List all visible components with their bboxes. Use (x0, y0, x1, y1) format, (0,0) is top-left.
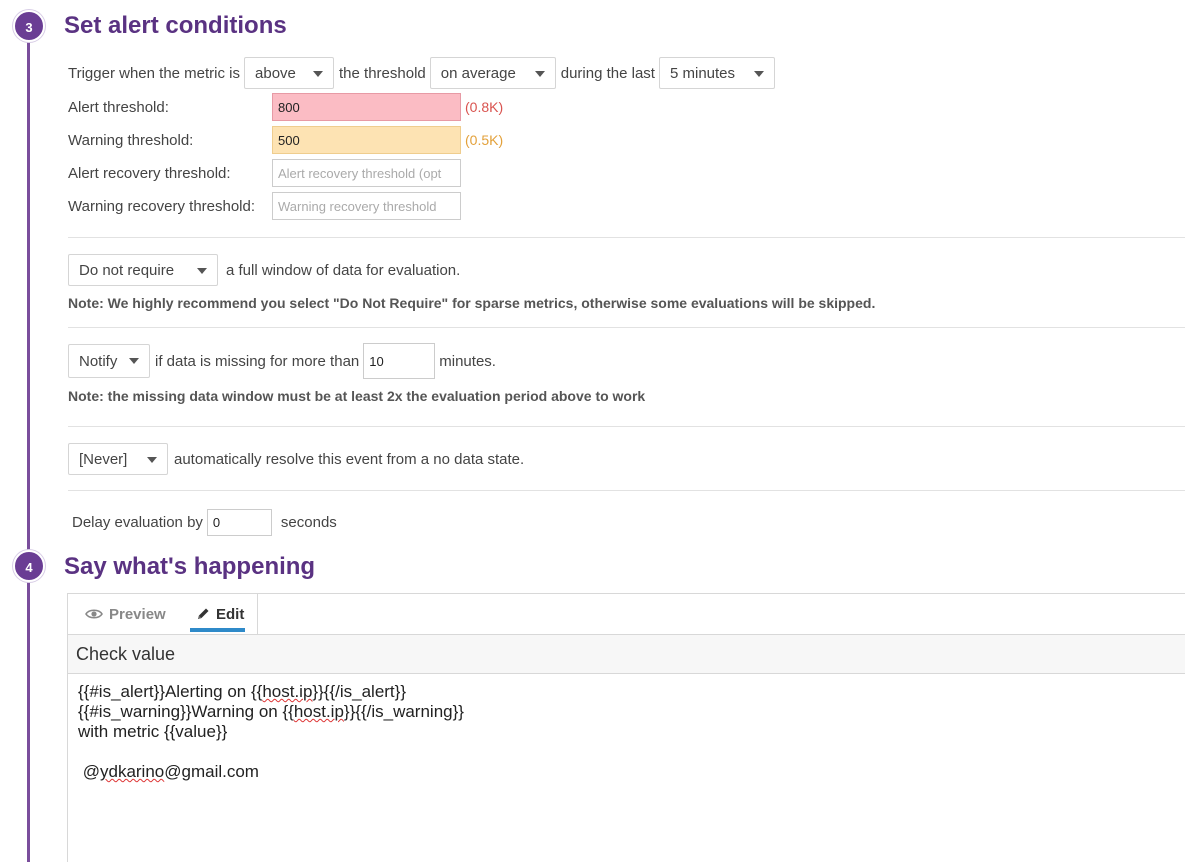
tab-edit[interactable]: Edit (190, 594, 258, 634)
message-line-4a: @ (78, 762, 100, 781)
step-3-badge: 3 (13, 10, 45, 42)
window-value: 5 minutes (669, 64, 736, 82)
comparison-select[interactable]: above (244, 57, 335, 89)
window-select[interactable]: 5 minutes (658, 57, 775, 89)
message-line-1b: host.ip (262, 682, 313, 701)
aggregation-select[interactable]: on average (429, 57, 556, 89)
message-line-4b: ydkarino (99, 762, 165, 781)
warning-recovery-label: Warning recovery threshold: (68, 197, 256, 215)
chevron-down-icon (313, 71, 324, 77)
missing-data-note: Note: the missing data window must be at… (68, 388, 646, 404)
active-tab-indicator (190, 628, 245, 632)
resolve-select[interactable]: [Never] (68, 443, 168, 475)
step-4-badge: 4 (13, 550, 45, 582)
full-window-row: Do not require a full window of data for… (68, 254, 460, 286)
message-line-2b: host.ip (293, 702, 344, 721)
message-body-textarea[interactable]: {{#is_alert}}Alerting on {{host.ip}}{{/i… (78, 682, 464, 782)
minutes-label: minutes. (439, 352, 496, 370)
alert-threshold-label: Alert threshold: (68, 98, 169, 116)
missing-data-select[interactable]: Notify (68, 344, 150, 378)
message-line-2a: {{#is_warning}}Warning on {{ (78, 702, 294, 721)
full-window-value: Do not require (79, 261, 175, 279)
divider (68, 426, 1185, 427)
alert-recovery-input[interactable]: Alert recovery threshold (opt (272, 159, 461, 187)
chevron-down-icon (753, 71, 764, 77)
alert-threshold-hint: (0.8K) (465, 99, 504, 115)
message-line-1c: }}{{/is_alert}} (312, 682, 407, 701)
divider (68, 490, 1185, 491)
missing-data-minutes-input[interactable]: 10 (363, 343, 436, 379)
message-line-2c: }}{{/is_warning}} (343, 702, 464, 721)
eye-icon (85, 609, 103, 619)
divider (68, 327, 1185, 328)
message-line-1a: {{#is_alert}}Alerting on {{ (78, 682, 263, 701)
trigger-middle: the threshold (339, 64, 426, 82)
message-title-input[interactable]: Check value (68, 634, 1185, 674)
delay-prefix: Delay evaluation by (72, 514, 203, 531)
message-line-4c: @gmail.com (164, 762, 259, 781)
warning-threshold-hint: (0.5K) (465, 132, 504, 148)
resolve-value: [Never] (79, 450, 128, 468)
missing-data-value: Notify (79, 352, 118, 370)
message-editor-panel: Preview Edit Check value {{#is_alert}}Al… (67, 593, 1185, 862)
tab-edit-label: Edit (216, 605, 245, 623)
divider (68, 237, 1185, 238)
full-window-select[interactable]: Do not require (68, 254, 218, 286)
message-line-3: with metric {{value}} (78, 722, 228, 741)
chevron-down-icon (534, 71, 545, 77)
chevron-down-icon (129, 358, 139, 364)
missing-data-text: if data is missing for more than (155, 352, 360, 370)
comparison-value: above (255, 64, 296, 82)
warning-recovery-row: Warning recovery threshold: Warning reco… (68, 192, 461, 220)
alert-recovery-label: Alert recovery threshold: (68, 164, 231, 182)
alert-recovery-row: Alert recovery threshold: Alert recovery… (68, 159, 461, 187)
alert-threshold-input[interactable]: 800 (272, 93, 461, 121)
tab-preview-label: Preview (109, 605, 166, 623)
resolve-text: automatically resolve this event from a … (174, 450, 525, 468)
delay-input[interactable]: 0 (206, 509, 272, 536)
chevron-down-icon (147, 457, 157, 463)
chevron-down-icon (197, 268, 207, 274)
delay-row: Delay evaluation by 0 seconds (72, 509, 337, 536)
missing-data-row: Notify if data is missing for more than … (68, 343, 496, 379)
pencil-icon (198, 608, 209, 619)
trigger-row: Trigger when the metric is above the thr… (68, 57, 775, 89)
step-timeline (27, 30, 30, 862)
step-4-title: Say what's happening (64, 553, 316, 580)
sparse-metrics-note: Note: We highly recommend you select "Do… (68, 295, 876, 311)
trigger-prefix: Trigger when the metric is (68, 64, 241, 82)
delay-suffix: seconds (280, 514, 337, 531)
resolve-row: [Never] automatically resolve this event… (68, 443, 524, 475)
step-3-title: Set alert conditions (64, 12, 287, 39)
full-window-text: a full window of data for evaluation. (226, 261, 461, 279)
tab-preview[interactable]: Preview (85, 594, 166, 634)
aggregation-value: on average (440, 64, 516, 82)
warning-threshold-label: Warning threshold: (68, 131, 194, 149)
warning-threshold-input[interactable]: 500 (272, 126, 461, 154)
warning-recovery-input[interactable]: Warning recovery threshold (272, 192, 461, 220)
warning-threshold-row: Warning threshold: 500 (0.5K) (68, 126, 503, 154)
trigger-during: during the last (560, 64, 655, 82)
alert-threshold-row: Alert threshold: 800 (0.8K) (68, 93, 503, 121)
